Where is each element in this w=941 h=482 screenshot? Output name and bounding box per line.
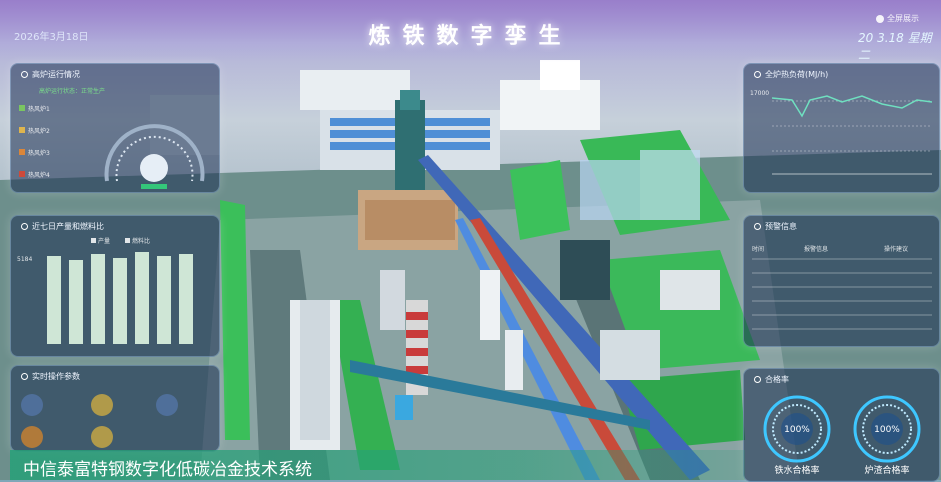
furnace-status-title: 高炉运行情况 — [32, 70, 80, 79]
bar-4 — [113, 258, 127, 344]
page-title: 炼铁数字孪生 — [368, 24, 573, 49]
legend-item-4: 热风炉4 — [19, 170, 50, 179]
fullscreen-icon — [876, 14, 884, 23]
legend-item-3: 热风炉3 — [19, 148, 50, 157]
panel-marker-icon — [21, 71, 28, 78]
bar-2 — [69, 260, 83, 344]
legend-item-2: 热风炉2 — [19, 126, 50, 135]
heat-load-series — [772, 95, 932, 118]
heat-load-line-chart — [772, 95, 932, 175]
legend-item-1: 热风炉1 — [19, 104, 50, 113]
param-icon — [21, 394, 43, 416]
gauge-dial — [104, 124, 205, 189]
panel-marker-icon — [754, 376, 761, 383]
header-date-right: 20 3.18 星期二 — [858, 31, 932, 62]
weekly-bar-chart — [47, 252, 193, 344]
ring-1-label: 铁水合格率 — [774, 464, 819, 476]
qualified-rings: 100% 铁水合格率 100% 炉渣合格率 — [763, 395, 921, 476]
param-icon — [91, 394, 113, 416]
bar-5 — [135, 252, 149, 344]
ring-2-value: 100% — [874, 425, 900, 435]
panel-marker-icon — [21, 373, 28, 380]
legend-output: 产量 — [91, 236, 110, 245]
panel-marker-icon — [754, 223, 761, 230]
realtime-params-title: 实时操作参数 — [32, 372, 80, 381]
bar-6 — [157, 256, 171, 344]
panel-marker-icon — [754, 71, 761, 78]
caption-bar: 中信泰富特钢数字化低碳冶金技术系统 — [10, 450, 745, 480]
ring-1-value: 100% — [784, 425, 810, 435]
alerts-col-message: 报警信息 — [804, 246, 829, 253]
bar-3 — [91, 254, 105, 344]
fullscreen-button[interactable]: 全屏展示 — [876, 13, 919, 24]
furnace-status-text: 高炉运行状态：正常生产 — [39, 88, 106, 95]
qualified-rate-title: 合格率 — [765, 375, 789, 384]
bar-7 — [179, 254, 193, 344]
alerts-panel: 预警信息 时间 报警信息 操作建议 — [743, 215, 940, 347]
heat-load-y-top: 17000 — [750, 90, 770, 97]
y-tick-label: 5184 — [17, 256, 33, 263]
fullscreen-label: 全屏展示 — [887, 14, 919, 23]
param-icon — [21, 426, 43, 448]
panel-marker-icon — [21, 223, 28, 230]
realtime-params-panel: 实时操作参数 — [10, 365, 220, 452]
ring-2-label: 炉渣合格率 — [864, 464, 909, 476]
alerts-col-advice: 操作建议 — [884, 246, 909, 253]
bar-1 — [47, 256, 61, 344]
heat-load-panel: 全炉热负荷(MJ/h) 17000 — [743, 63, 940, 193]
param-icon — [91, 426, 113, 448]
heat-load-title: 全炉热负荷(MJ/h) — [765, 70, 829, 79]
param-icon — [156, 394, 178, 416]
legend-fuel-ratio: 燃料比 — [125, 236, 150, 245]
alerts-table-body[interactable] — [752, 258, 932, 338]
weekly-output-panel: 近七日产量和燃料比 产量 燃料比 5184 — [10, 215, 220, 357]
alerts-title: 预警信息 — [765, 222, 797, 231]
caption-text: 中信泰富特钢数字化低碳冶金技术系统 — [23, 460, 312, 480]
furnace-status-panel: 高炉运行情况 高炉运行状态：正常生产 热风炉1 热风炉2 热风炉3 热风炉4 — [10, 63, 220, 193]
weekly-output-title: 近七日产量和燃料比 — [32, 222, 104, 231]
alerts-col-time: 时间 — [752, 246, 765, 253]
qualified-rate-panel: 合格率 100% 铁水合格率 100% 炉渣合格率 — [743, 368, 940, 482]
